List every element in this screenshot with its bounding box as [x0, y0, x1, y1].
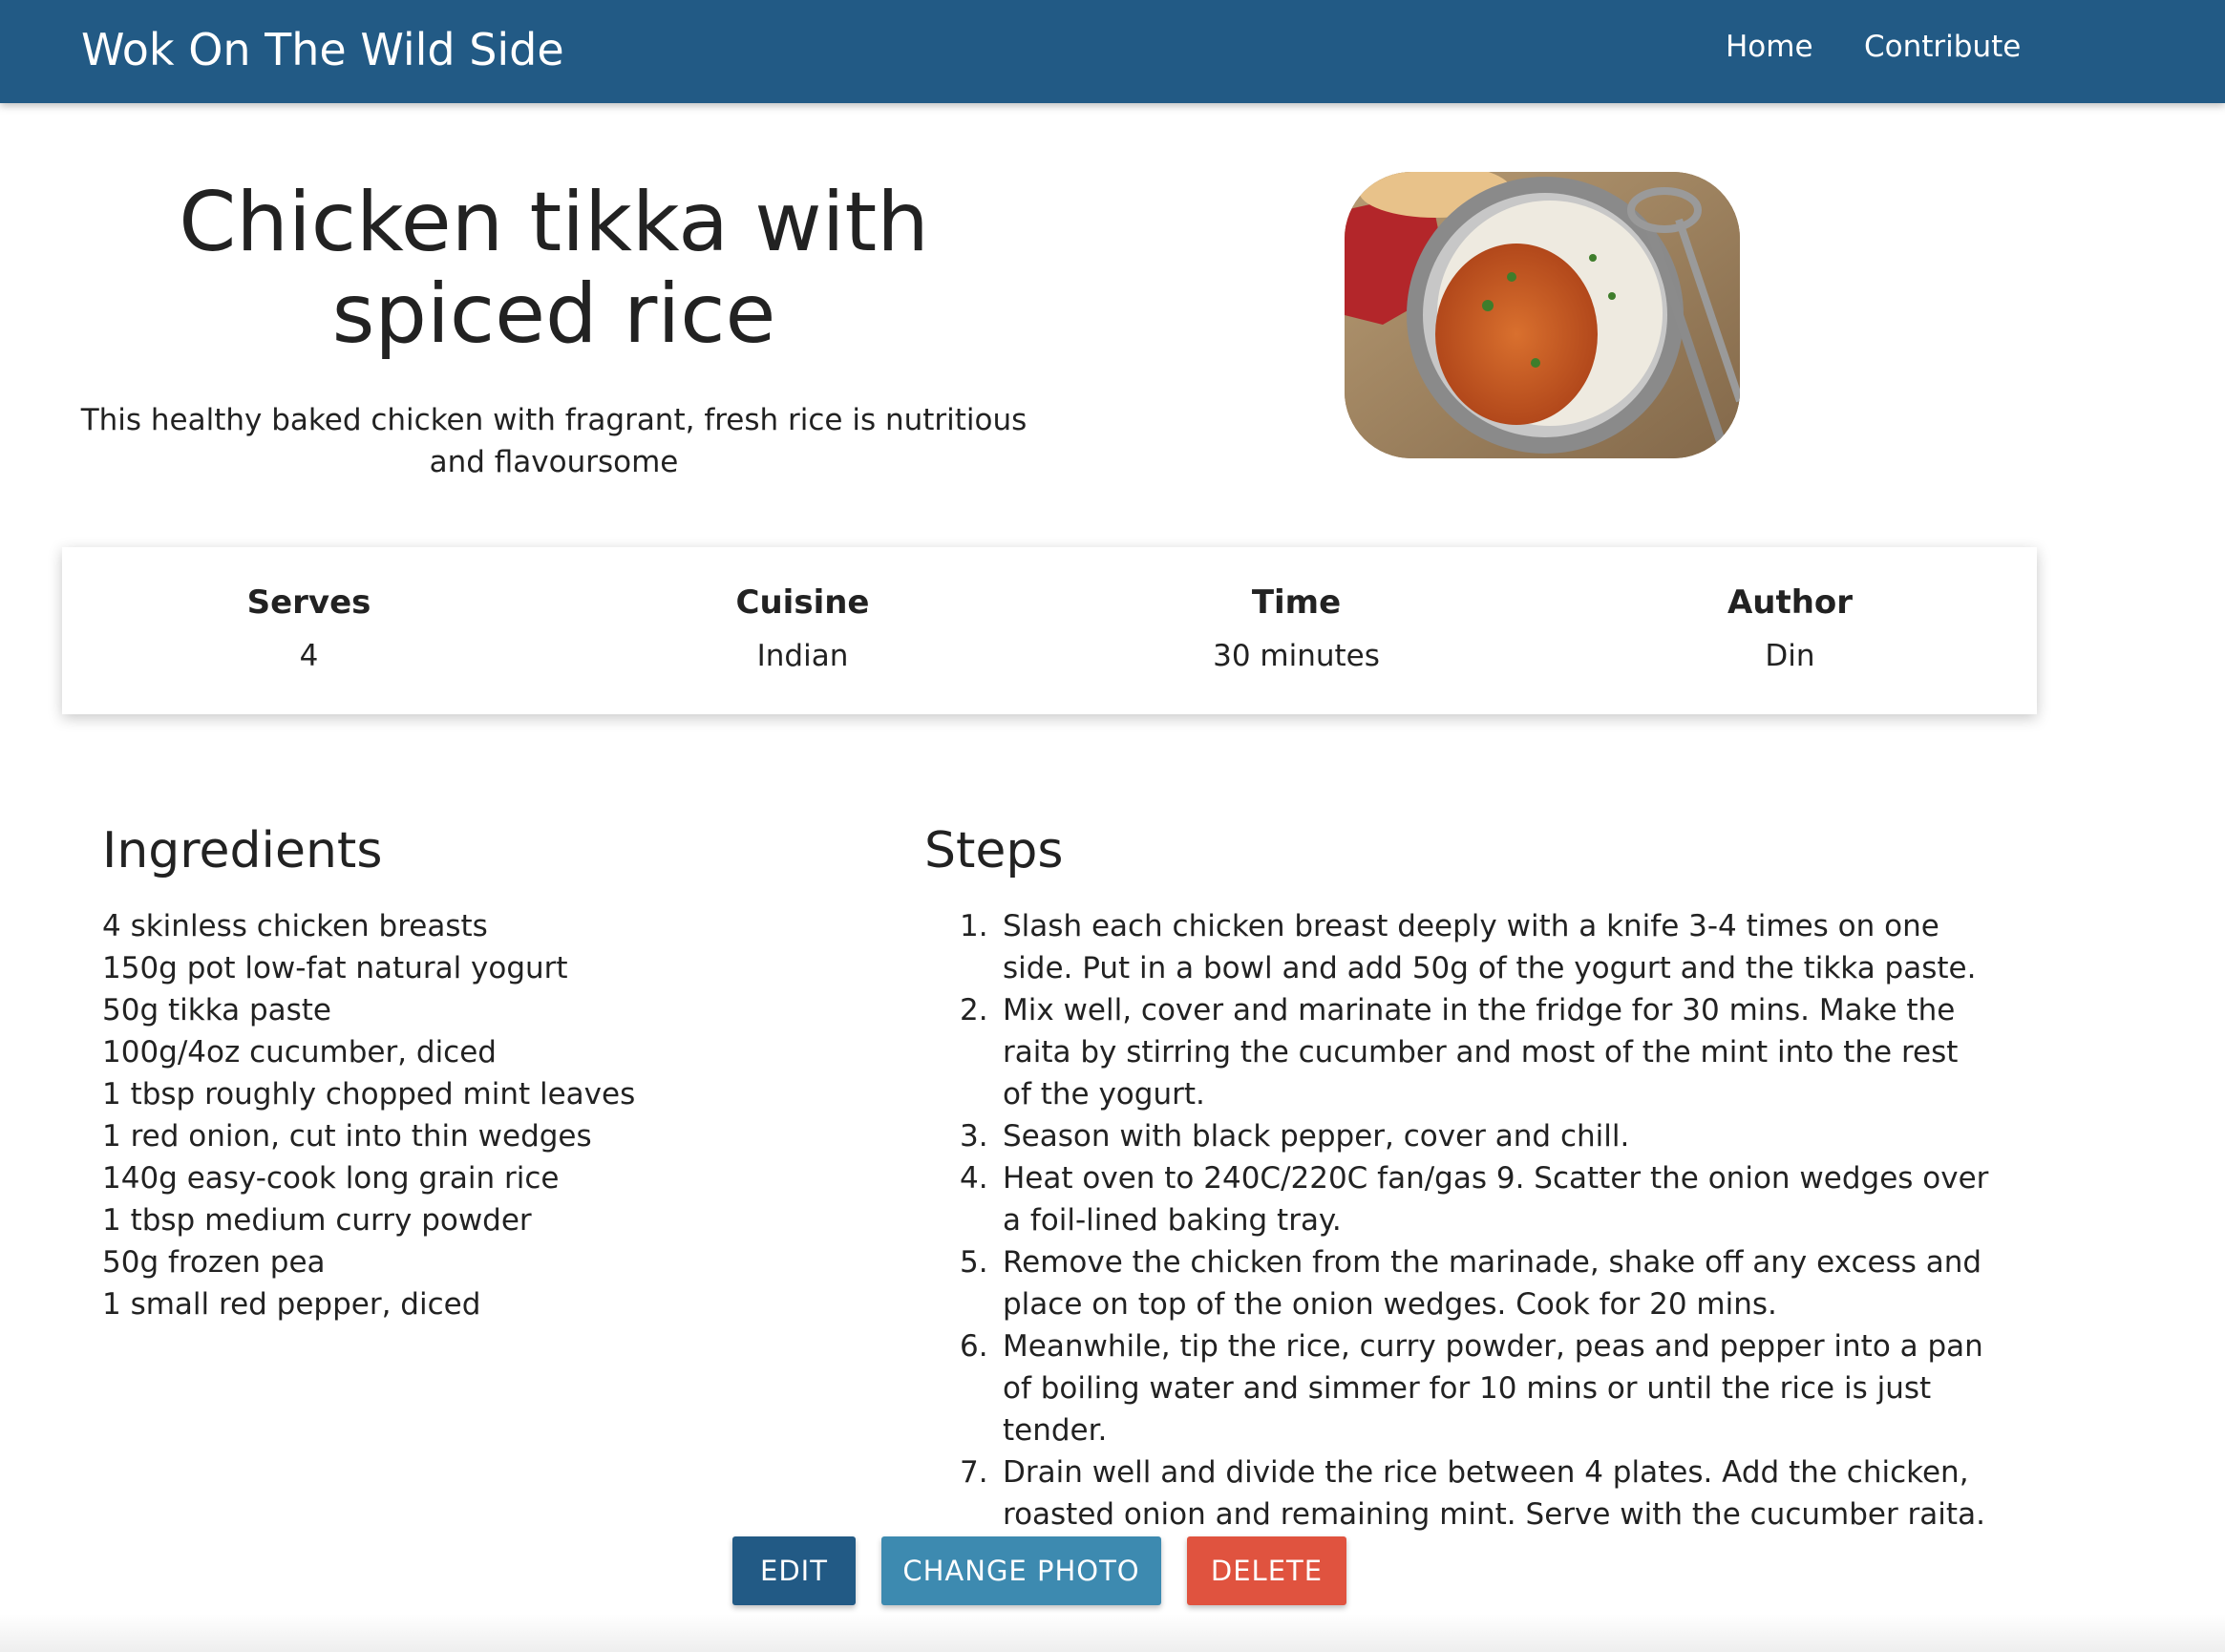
- step-number: 4.: [960, 1161, 988, 1196]
- ingredient-item: 100g/4oz cucumber, diced: [102, 1035, 497, 1070]
- step-item: 6. Meanwhile, tip the rice, curry powder,…: [955, 1325, 1996, 1451]
- step-number: 6.: [960, 1329, 988, 1364]
- step-item: 1. Slash each chicken breast deeply with …: [955, 905, 1996, 989]
- navbar: Wok On The Wild Side Home Contribute: [0, 0, 2225, 103]
- change-photo-button[interactable]: CHANGE PHOTO: [881, 1536, 1161, 1605]
- ingredient-item: 1 tbsp roughly chopped mint leaves: [102, 1077, 636, 1112]
- nav-link-contribute[interactable]: Contribute: [1864, 27, 2021, 68]
- step-item: 4. Heat oven to 240C/220C fan/gas 9. Scat…: [955, 1157, 1996, 1241]
- step-number: 2.: [960, 993, 988, 1027]
- step-text: Heat oven to 240C/220C fan/gas 9. Scatte…: [1003, 1161, 1989, 1238]
- ingredients-heading: Ingredients: [102, 822, 383, 879]
- recipe-title: Chicken tikka with spiced rice: [179, 175, 929, 362]
- ingredient-item: 140g easy-cook long grain rice: [102, 1161, 560, 1196]
- edit-button[interactable]: EDIT: [732, 1536, 856, 1605]
- delete-button[interactable]: DELETE: [1187, 1536, 1346, 1605]
- ingredient-item: 1 tbsp medium curry powder: [102, 1203, 532, 1238]
- step-number: 7.: [960, 1455, 988, 1490]
- info-value: Din: [1765, 639, 1815, 673]
- step-item: 3. Season with black pepper, cover and ch…: [955, 1115, 1996, 1157]
- step-text: Drain well and divide the rice between 4…: [1003, 1455, 1985, 1532]
- info-label: Serves: [246, 583, 371, 622]
- brand-logo[interactable]: Wok On The Wild Side: [81, 19, 564, 80]
- step-text: Slash each chicken breast deeply with a …: [1003, 909, 1977, 985]
- step-text: Mix well, cover and marinate in the frid…: [1003, 993, 1959, 1112]
- info-label: Time: [1251, 583, 1342, 622]
- food-image: [1345, 172, 1740, 458]
- ingredient-item: 50g frozen pea: [102, 1245, 326, 1280]
- info-label: Cuisine: [735, 583, 870, 622]
- ingredient-item: 50g tikka paste: [102, 993, 332, 1027]
- ingredient-item: 1 small red pepper, diced: [102, 1287, 481, 1322]
- ingredient-item: 150g pot low-fat natural yogurt: [102, 951, 568, 985]
- step-item: 2. Mix well, cover and marinate in the fr…: [955, 989, 1996, 1115]
- page-footer-shade: [0, 1614, 2225, 1652]
- info-value: Indian: [756, 639, 849, 673]
- info-value: 4: [299, 639, 319, 673]
- steps-heading: Steps: [924, 822, 1064, 879]
- info-value: 30 minutes: [1213, 639, 1380, 673]
- step-text: Season with black pepper, cover and chil…: [1003, 1119, 1630, 1154]
- recipe-info-card: Serves 4 Cuisine Indian Time 30 minutes …: [62, 547, 2037, 714]
- recipe-photo: [1345, 172, 1740, 458]
- step-item: 5. Remove the chicken from the marinade, …: [955, 1241, 1996, 1325]
- step-item: 7. Drain well and divide the rice between…: [955, 1451, 1996, 1536]
- step-number: 1.: [960, 909, 988, 943]
- ingredients-list: 4 skinless chicken breasts 150g pot low-…: [102, 905, 635, 1325]
- recipe-description: This healthy baked chicken with fragrant…: [80, 403, 1028, 479]
- ingredient-item: 1 red onion, cut into thin wedges: [102, 1119, 592, 1154]
- step-text: Remove the chicken from the marinade, sh…: [1003, 1245, 1982, 1322]
- step-number: 3.: [960, 1119, 988, 1154]
- step-text: Meanwhile, tip the rice, curry powder, p…: [1003, 1329, 1983, 1448]
- ingredient-item: 4 skinless chicken breasts: [102, 909, 488, 943]
- nav-link-home[interactable]: Home: [1726, 27, 1813, 68]
- step-number: 5.: [960, 1245, 988, 1280]
- info-label: Author: [1727, 583, 1854, 622]
- steps-list: 1. Slash each chicken breast deeply with …: [955, 905, 1996, 1536]
